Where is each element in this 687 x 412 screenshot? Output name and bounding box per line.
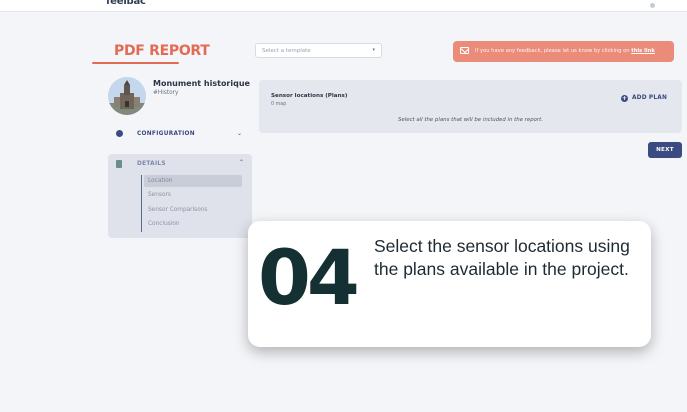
- sidebar-item-configuration[interactable]: CONFIGURATION ⌄: [110, 126, 250, 144]
- feedback-banner: If you have any feedback, please let us …: [453, 41, 674, 62]
- project-name: Monument historique: [153, 79, 250, 88]
- step-number: 04: [258, 233, 360, 322]
- add-plan-button[interactable]: + ADD PLAN: [621, 95, 667, 102]
- feedback-text: If you have any feedback, please let us …: [475, 48, 630, 54]
- plans-description: Select all the plans that will be includ…: [398, 117, 543, 123]
- monument-image: [108, 77, 146, 115]
- callout-text: Select the sensor locations using the pl…: [374, 236, 630, 279]
- plans-count: 0 map: [271, 102, 287, 107]
- page-title: PDF REPORT: [114, 43, 210, 59]
- add-plan-label: ADD PLAN: [632, 95, 668, 101]
- chevron-down-icon: ⌄: [236, 130, 242, 137]
- plus-circle-icon: +: [621, 95, 628, 102]
- title-underline: [92, 62, 179, 64]
- brand-logo[interactable]: feelbac: [106, 0, 146, 7]
- chevron-down-icon: ▾: [372, 47, 375, 53]
- template-select-placeholder: Select a template: [262, 48, 311, 54]
- mail-icon: [460, 47, 469, 54]
- feedback-link[interactable]: this link: [631, 48, 655, 54]
- top-bar: feelbac: [0, 0, 687, 12]
- project-avatar: [108, 77, 146, 115]
- user-menu-icon[interactable]: [650, 3, 655, 8]
- sidebar-item-sensor-comparisons[interactable]: Sensor Comparisons: [144, 204, 242, 216]
- palette-icon: [116, 130, 123, 137]
- sidebar-item-location[interactable]: Location: [144, 175, 242, 187]
- chevron-up-icon[interactable]: ⌃: [239, 159, 244, 166]
- sidebar-section-details: DETAILS ⌃ Location Sensors Sensor Compar…: [108, 154, 252, 238]
- submenu-line: [141, 175, 142, 232]
- plans-card: Sensor locations (Plans) 0 map + ADD PLAN…: [259, 80, 682, 133]
- sidebar-item-sensors[interactable]: Sensors: [144, 189, 242, 201]
- project-tag: #History: [153, 90, 179, 96]
- sidebar-section-label[interactable]: DETAILS: [137, 161, 166, 167]
- sidebar-item-label: CONFIGURATION: [137, 131, 195, 137]
- plans-title: Sensor locations (Plans): [271, 93, 348, 99]
- document-icon: [116, 160, 122, 168]
- next-button[interactable]: NEXT: [648, 142, 682, 158]
- sidebar-item-conclusion[interactable]: Conclusion: [144, 218, 242, 230]
- tutorial-callout: 04 Select the sensor locations using the…: [248, 221, 651, 347]
- app-window: feelbac PDF REPORT Select a template ▾ I…: [0, 0, 687, 412]
- template-select[interactable]: Select a template ▾: [255, 43, 382, 58]
